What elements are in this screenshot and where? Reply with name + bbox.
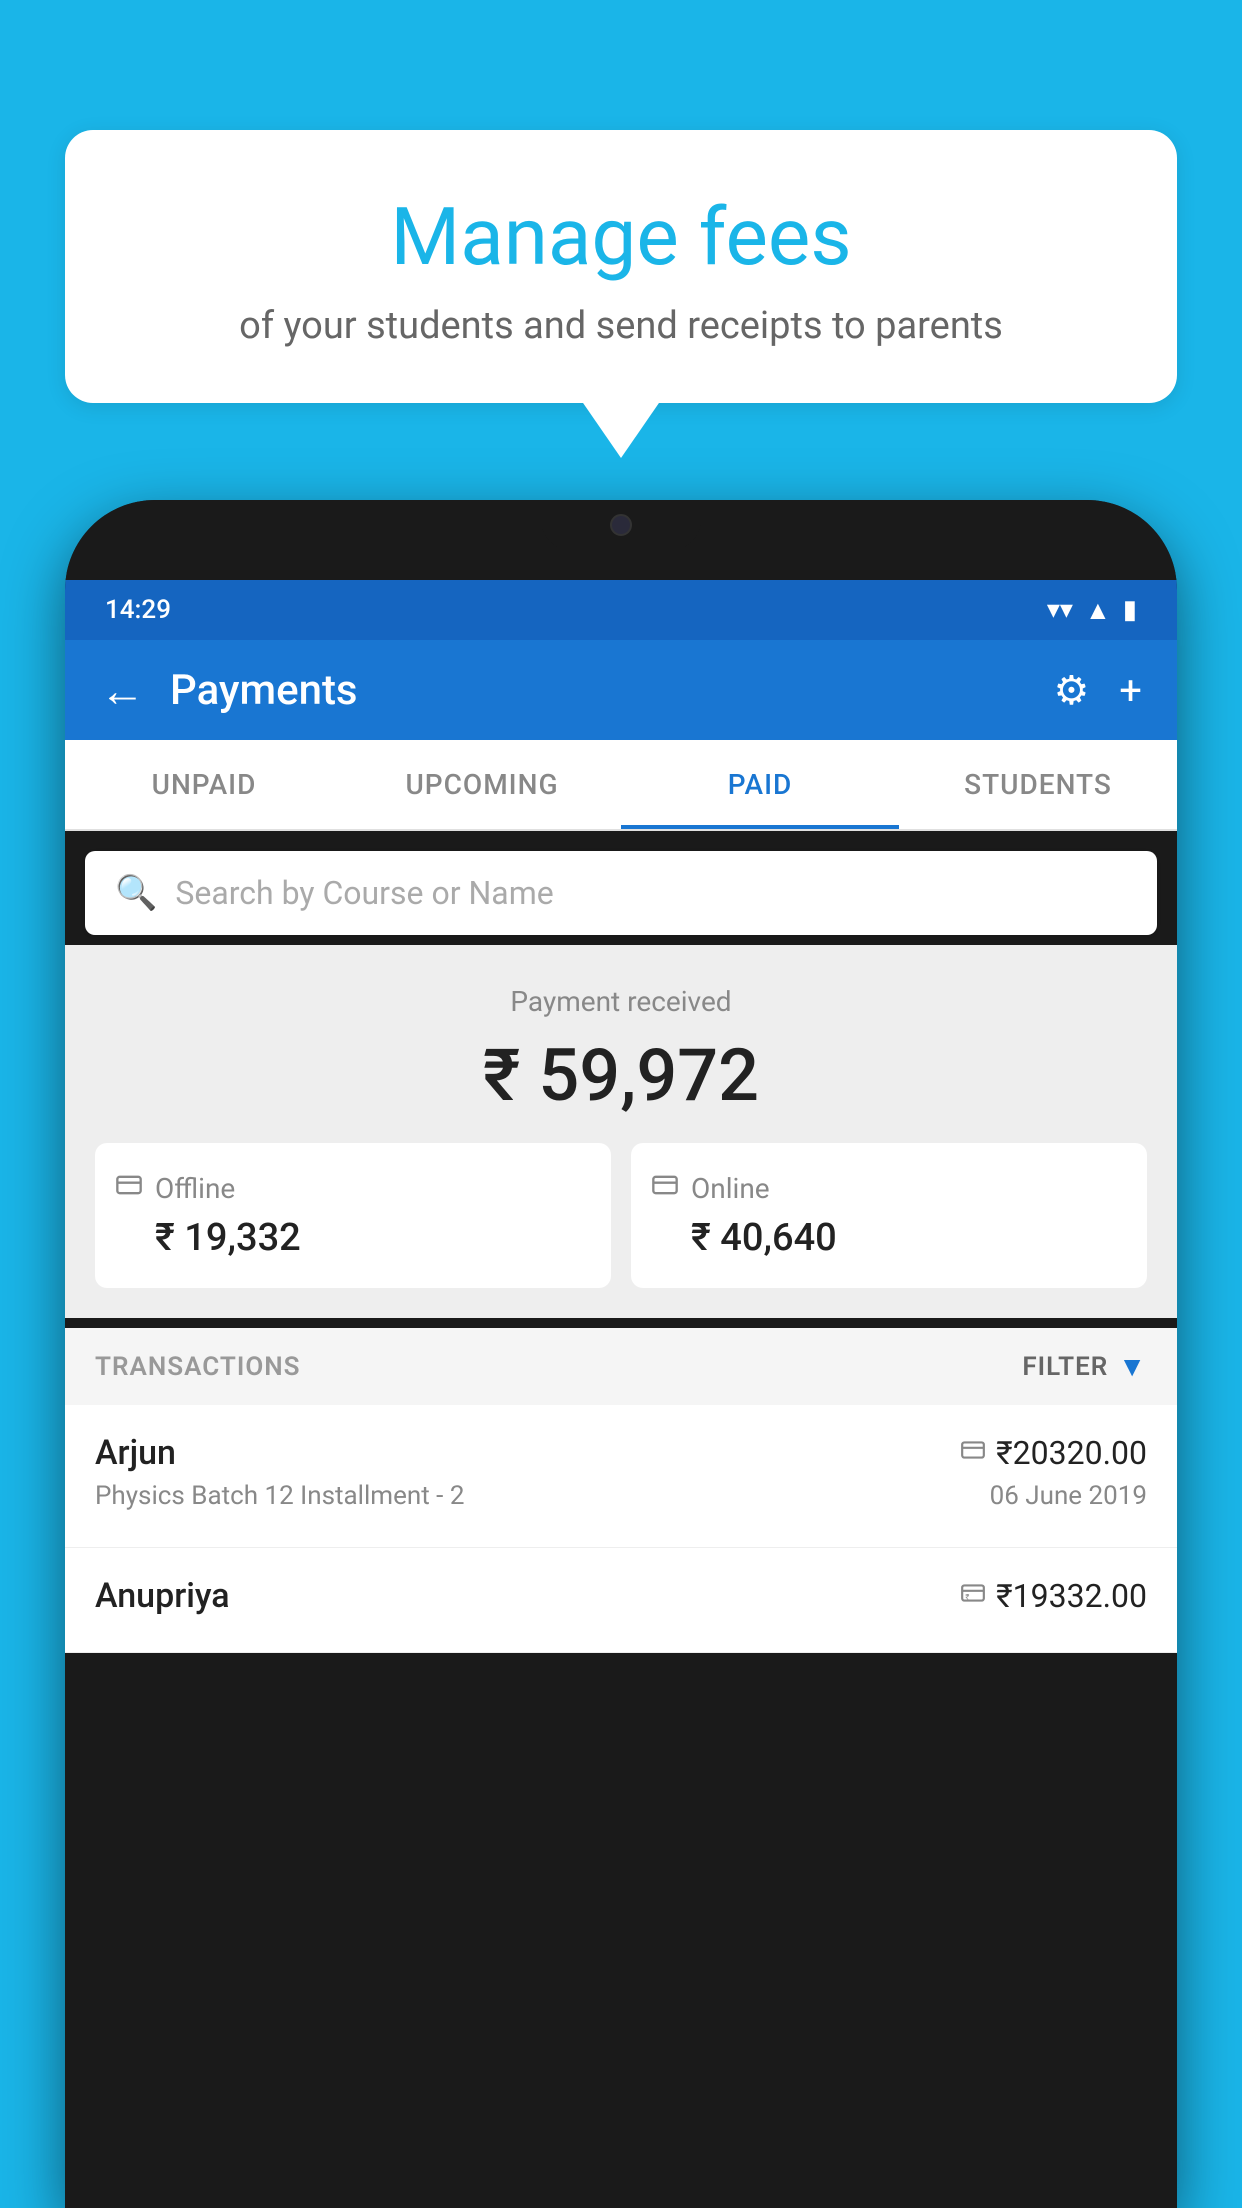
signal-icon: ▲ [1085,595,1111,626]
transaction-date: 06 June 2019 [990,1481,1147,1511]
payment-total-amount: ₹ 59,972 [95,1033,1147,1118]
settings-button[interactable]: ⚙ [1053,667,1089,714]
transactions-label: TRANSACTIONS [95,1352,301,1382]
offline-label: Offline [155,1172,235,1205]
bubble-title: Manage fees [115,190,1127,284]
phone-notch [541,500,701,550]
wifi-icon: ▾▾ [1047,595,1073,625]
app-header: ← Payments ⚙ + [65,640,1177,740]
transaction-item-anupriya[interactable]: Anupriya ₹ ₹19332.00 [65,1548,1177,1653]
transaction-amount-wrap: ₹20320.00 [960,1434,1147,1472]
online-payment-card: Online ₹ 40,640 [631,1143,1147,1288]
transaction-name: Arjun [95,1433,176,1473]
status-bar: 14:29 ▾▾ ▲ ▮ [65,580,1177,640]
offline-payment-card: Offline ₹ 19,332 [95,1143,611,1288]
offline-card-header: Offline [115,1171,235,1206]
filter-label: FILTER [1022,1352,1108,1382]
add-button[interactable]: + [1119,667,1142,714]
speech-bubble: Manage fees of your students and send re… [65,130,1177,403]
transaction-name-2: Anupriya [95,1576,230,1616]
bubble-subtitle: of your students and send receipts to pa… [115,304,1127,348]
header-title: Payments [170,666,1028,715]
phone-top-bezel [65,500,1177,580]
status-icons: ▾▾ ▲ ▮ [1047,595,1137,626]
tab-paid[interactable]: PAID [621,740,899,829]
tab-upcoming[interactable]: UPCOMING [343,740,621,829]
tab-unpaid[interactable]: UNPAID [65,740,343,829]
transaction-amount: ₹20320.00 [996,1434,1147,1472]
transaction-row-top-2: Anupriya ₹ ₹19332.00 [95,1576,1147,1616]
filter-button[interactable]: FILTER ▼ [1022,1350,1147,1383]
transaction-row-top: Arjun ₹20320.00 [95,1433,1147,1473]
offline-payment-icon [115,1171,143,1206]
status-time: 14:29 [105,595,171,625]
phone-inner: 14:29 ▾▾ ▲ ▮ ← Payments ⚙ + UNPAID UPC [65,580,1177,2208]
search-icon: 🔍 [115,873,157,913]
transaction-amount-2: ₹19332.00 [996,1577,1147,1615]
filter-icon: ▼ [1118,1350,1147,1383]
phone-device: 14:29 ▾▾ ▲ ▮ ← Payments ⚙ + UNPAID UPC [65,500,1177,2208]
svg-text:₹: ₹ [966,1592,970,1601]
back-button[interactable]: ← [100,664,145,717]
offline-amount: ₹ 19,332 [115,1216,301,1260]
transaction-amount-wrap-2: ₹ ₹19332.00 [960,1577,1147,1615]
phone-container: 14:29 ▾▾ ▲ ▮ ← Payments ⚙ + UNPAID UPC [65,500,1177,2208]
search-placeholder-text: Search by Course or Name [175,874,553,912]
battery-icon: ▮ [1123,595,1137,625]
tab-students[interactable]: STUDENTS [899,740,1177,829]
payment-received-section: Payment received ₹ 59,972 [65,945,1177,1318]
online-amount: ₹ 40,640 [651,1216,837,1260]
online-payment-type-icon [960,1437,986,1470]
offline-payment-type-icon: ₹ [960,1580,986,1613]
camera-icon [610,514,632,536]
online-label: Online [691,1172,770,1205]
search-bar[interactable]: 🔍 Search by Course or Name [85,851,1157,935]
online-card-header: Online [651,1171,770,1206]
transactions-header: TRANSACTIONS FILTER ▼ [65,1328,1177,1405]
transaction-item-arjun[interactable]: Arjun ₹20320.00 Physics [65,1405,1177,1548]
payment-cards: Offline ₹ 19,332 [95,1143,1147,1288]
header-icons: ⚙ + [1053,667,1142,714]
transaction-course: Physics Batch 12 Installment - 2 [95,1481,464,1511]
transaction-row-bottom: Physics Batch 12 Installment - 2 06 June… [95,1481,1147,1511]
tabs: UNPAID UPCOMING PAID STUDENTS [65,740,1177,831]
screen-content: 🔍 Search by Course or Name Payment recei… [65,831,1177,2208]
online-payment-icon [651,1171,679,1206]
payment-received-label: Payment received [95,985,1147,1018]
speech-bubble-container: Manage fees of your students and send re… [65,130,1177,403]
